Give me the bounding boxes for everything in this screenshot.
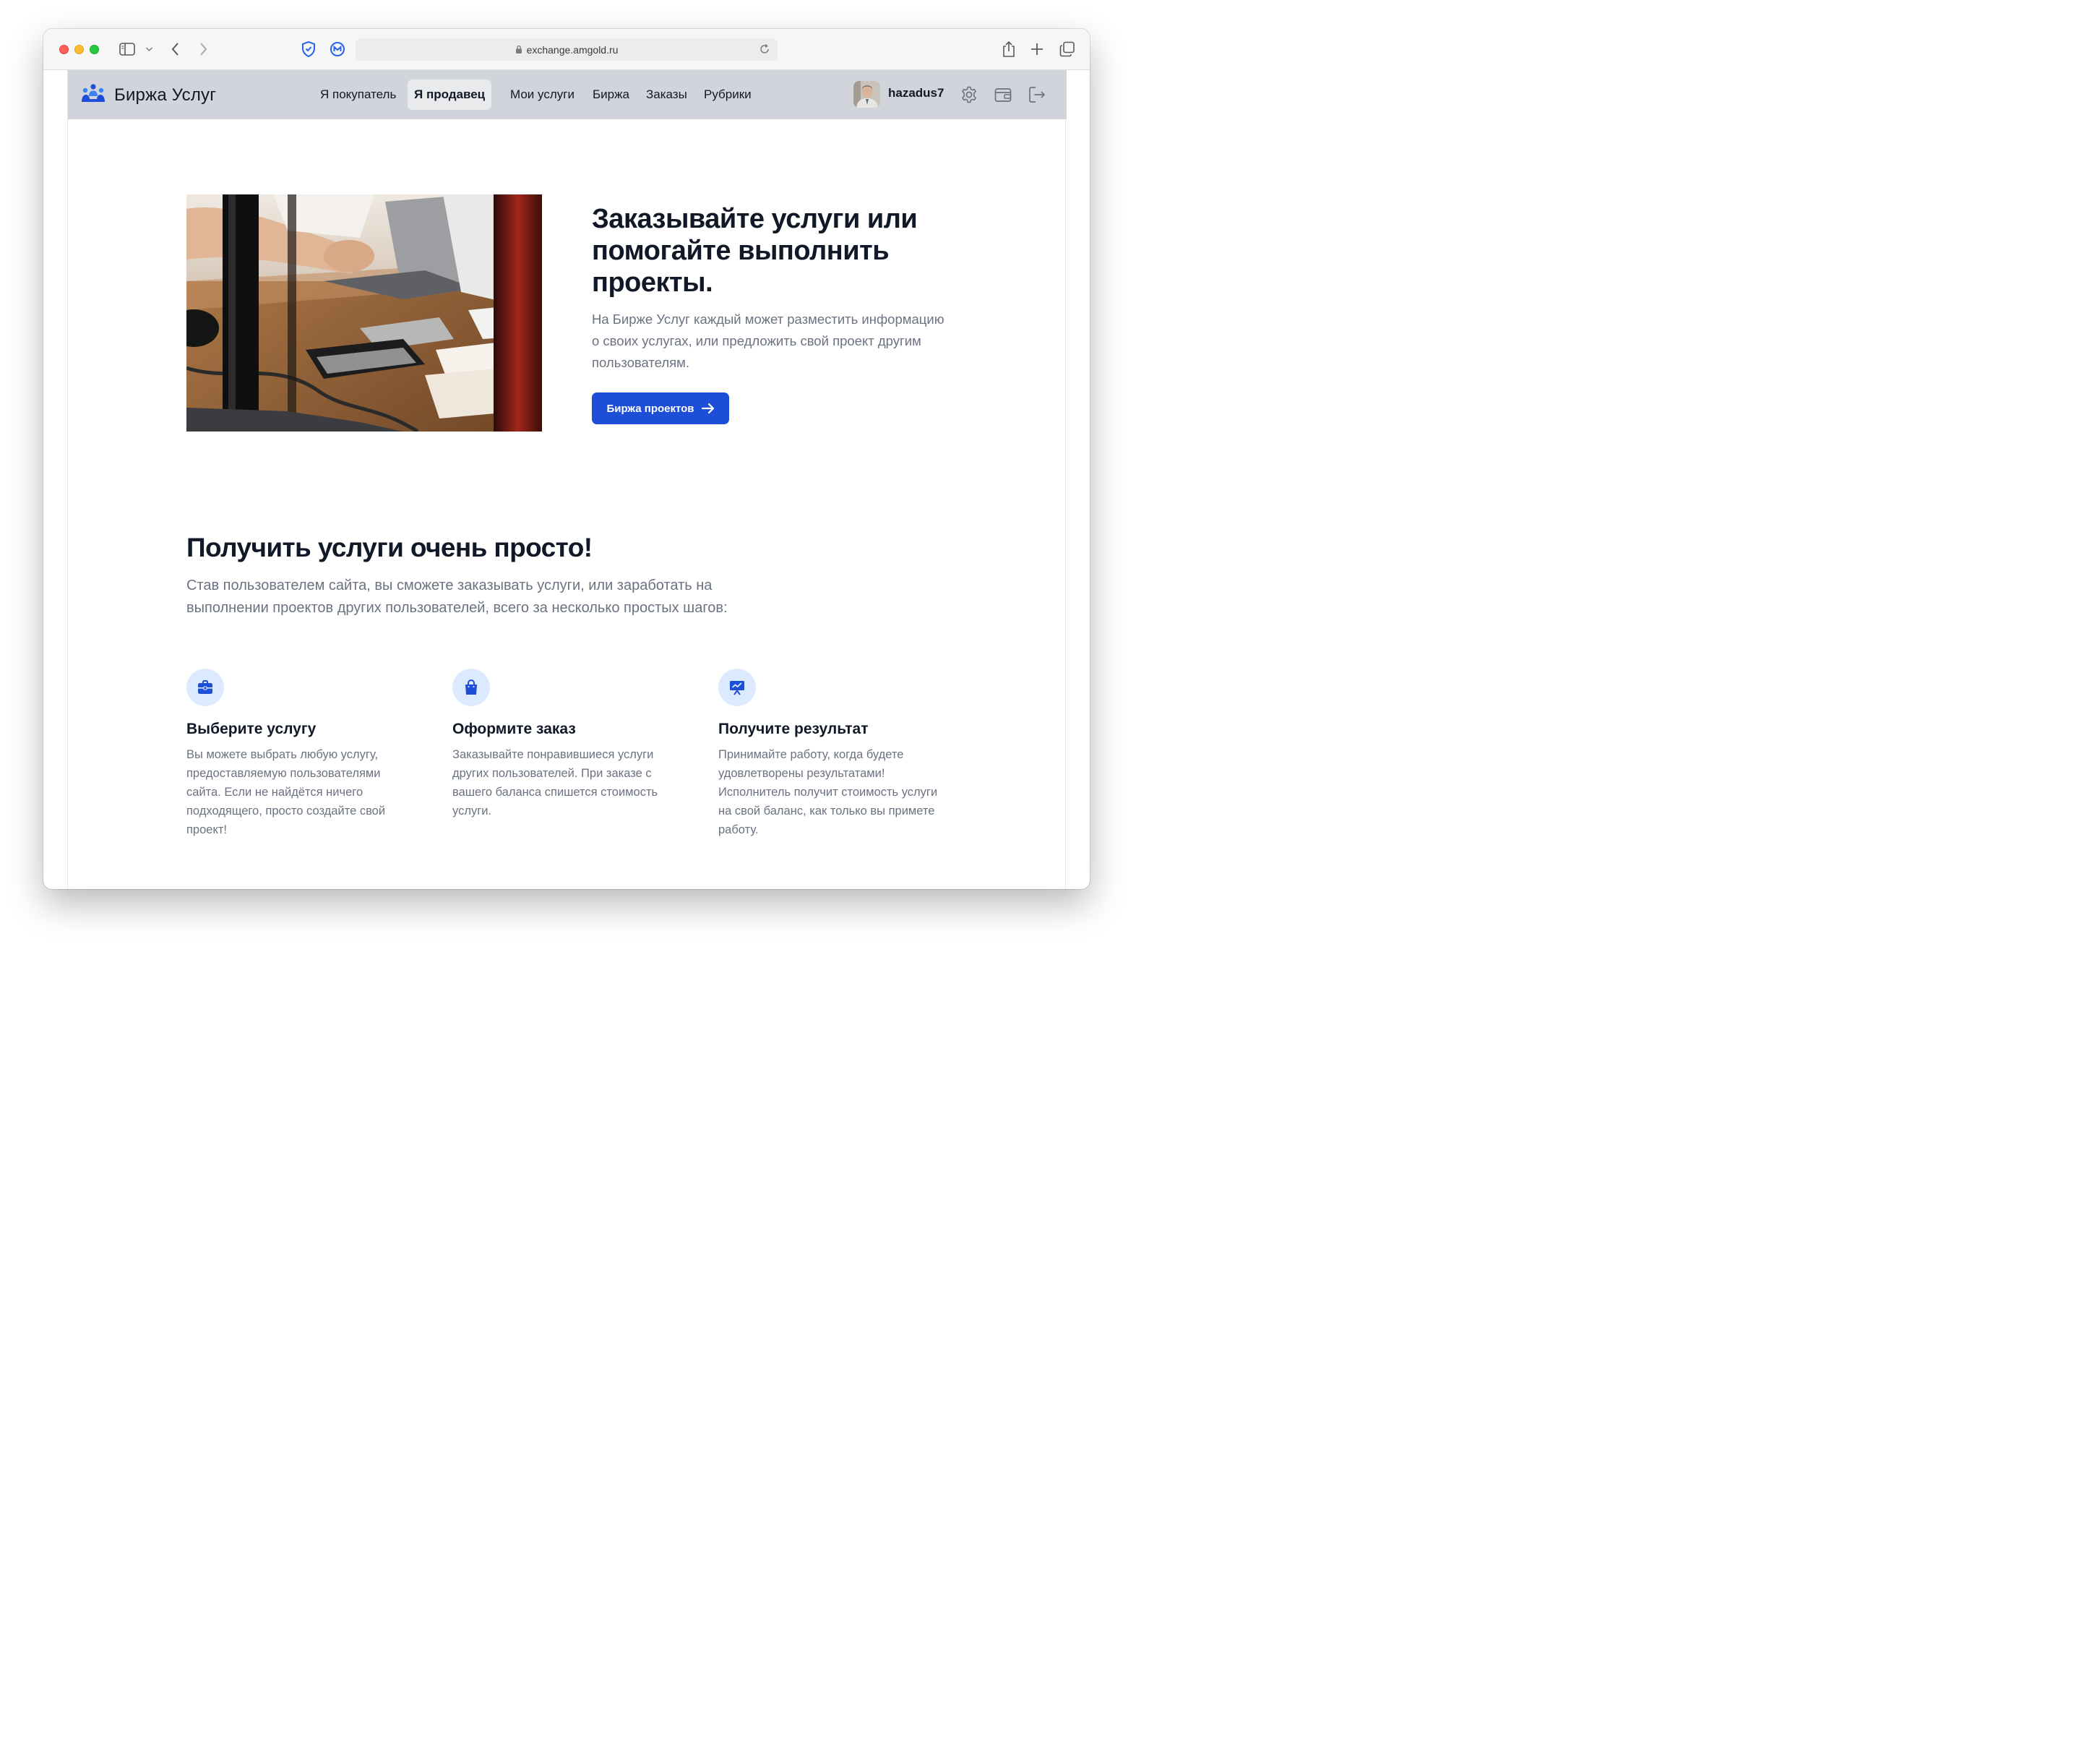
feature-title: Выберите услугу [186,721,317,737]
chart-presentation-icon [718,669,756,706]
new-tab-icon[interactable] [1030,43,1043,56]
shopping-bag-icon [452,669,490,706]
feature-title: Оформите заказ [452,721,576,737]
hero-description: На Бирже Услуг каждый может разместить и… [592,312,944,370]
zoom-window-button[interactable] [90,45,99,54]
browser-toolbar: exchange.amgold.ru [43,29,1090,70]
nav-my-services[interactable]: Мои услуги [504,80,581,110]
wallet-icon[interactable] [994,85,1012,108]
chevron-down-icon[interactable] [145,46,153,52]
reload-icon[interactable] [759,43,770,57]
avatar[interactable] [853,81,880,108]
steps-section-title: Получить услуги очень просто! [186,533,593,562]
nav-orders[interactable]: Заказы [640,80,694,110]
tab-overview-icon[interactable] [1059,41,1075,57]
url-text: exchange.amgold.ru [526,43,619,56]
browser-window: exchange.amgold.ru Биржа Услуг Я покупат… [43,29,1090,889]
brand-link[interactable]: Биржа Услуг [81,83,216,107]
logo-icon [81,83,106,107]
nav-categories[interactable]: Рубрики [697,80,758,110]
sidebar-toggle-icon[interactable] [119,43,135,56]
lock-icon [515,45,522,54]
page: Биржа Услуг Я покупатель Я продавец Мои … [67,70,1067,889]
brand-name: Биржа Услуг [114,85,217,105]
share-icon[interactable] [1002,40,1016,58]
shield-icon[interactable] [301,40,317,58]
hero-title: Заказывайте услуги или помогайте выполни… [592,204,918,298]
site-navbar: Биржа Услуг Я покупатель Я продавец Мои … [68,70,1067,119]
close-window-button[interactable] [59,45,69,54]
nav-seller[interactable]: Я продавец [408,80,492,110]
arrow-right-icon [701,403,715,414]
feature-text: Заказывайте понравившиеся услуги других … [452,748,658,818]
projects-exchange-label: Биржа проектов [606,402,694,415]
feature-text: Вы можете выбрать любую услугу, предоста… [186,748,386,836]
address-bar[interactable]: exchange.amgold.ru [356,38,778,61]
feature-text: Принимайте работу, когда будете удовлетв… [718,748,938,836]
username[interactable]: hazadus7 [888,86,944,100]
feature-place-order: Оформите заказ Заказывайте понравившиеся… [452,669,684,820]
feature-title: Получите результат [718,721,869,737]
back-icon[interactable] [171,42,181,56]
feature-get-result: Получите результат Принимайте работу, ко… [718,669,950,839]
extension-icon[interactable] [330,41,345,57]
settings-icon[interactable] [960,85,978,108]
logout-icon[interactable] [1028,85,1046,108]
forward-icon[interactable] [198,42,208,56]
projects-exchange-button[interactable]: Биржа проектов [592,392,729,424]
feature-choose-service: Выберите услугу Вы можете выбрать любую … [186,669,418,839]
hero-image [186,194,542,432]
briefcase-icon [186,669,224,706]
steps-section-description: Став пользователем сайта, вы сможете зак… [186,578,728,616]
nav-exchange[interactable]: Биржа [586,80,636,110]
nav-buyer[interactable]: Я покупатель [314,80,403,110]
minimize-window-button[interactable] [74,45,84,54]
